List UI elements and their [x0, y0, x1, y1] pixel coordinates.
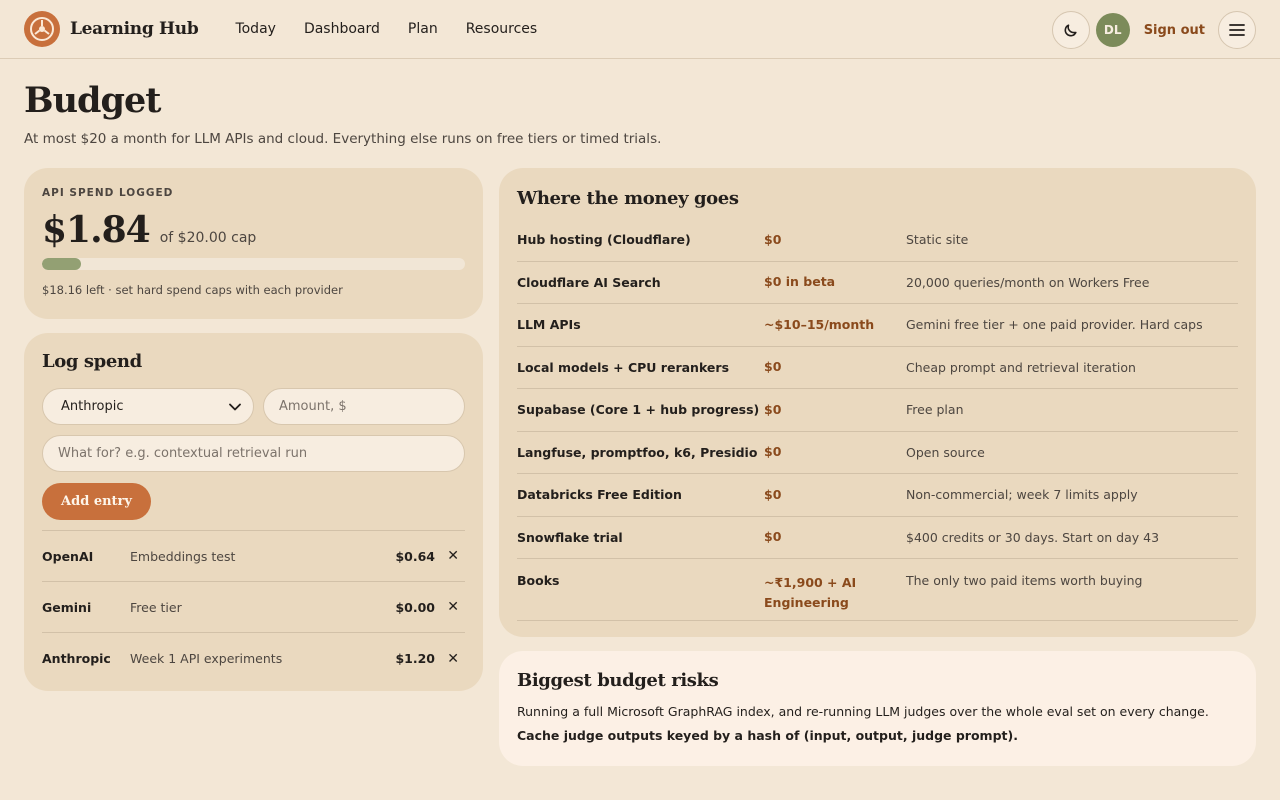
spend-progress-bar — [42, 258, 465, 270]
avatar[interactable]: DL — [1095, 13, 1130, 47]
entry-provider: OpenAI — [42, 548, 94, 564]
menu-button[interactable] — [1218, 11, 1256, 49]
brand-name[interactable]: Learning Hub — [70, 19, 199, 39]
row-note: Cheap prompt and retrieval iteration — [906, 359, 1136, 375]
table-row: Supabase (Core 1 + hub progress) $0 Free… — [517, 389, 1238, 432]
row-cost: $0 — [764, 231, 782, 247]
entry-provider: Anthropic — [42, 651, 111, 666]
risks-text: Running a full Microsoft GraphRAG index,… — [517, 704, 1209, 719]
delete-icon[interactable]: ✕ — [435, 651, 465, 667]
row-note: Static site — [906, 232, 969, 248]
spend-eyebrow: API SPEND LOGGED — [42, 187, 174, 199]
table-row: Databricks Free Edition $0 Non-commercia… — [517, 474, 1238, 517]
row-note: Open source — [906, 444, 985, 460]
moon-icon — [1064, 24, 1077, 37]
row-item: Langfuse, promptfoo, k6, Presidio — [517, 444, 758, 460]
row-item: Cloudflare AI Search — [517, 274, 661, 290]
nav-dashboard[interactable]: Dashboard — [304, 21, 380, 37]
hamburger-icon — [1229, 24, 1245, 36]
row-cost: $0 — [764, 444, 782, 460]
row-cost: ~₹1,900 + AI Engineering — [764, 575, 857, 610]
list-item: Anthropic Week 1 API experiments $1.20 ✕ — [42, 633, 465, 684]
row-note: The only two paid items worth buying — [906, 573, 1143, 588]
nav-resources[interactable]: Resources — [466, 21, 538, 37]
row-cost: $0 — [764, 401, 782, 417]
delete-icon[interactable]: ✕ — [435, 599, 465, 615]
table-row: Snowflake trial $0 $400 credits or 30 da… — [517, 517, 1238, 559]
header-tools: DL Sign out — [1051, 11, 1256, 49]
spend-note: $18.16 left · set hard spend caps with e… — [42, 283, 343, 297]
entry-amount: $0.64 — [395, 548, 435, 564]
row-note: $400 credits or 30 days. Start on day 43 — [906, 529, 1160, 545]
list-item: Gemini Free tier $0.00 ✕ — [42, 582, 465, 633]
spend-cap: of $20.00 cap — [159, 230, 257, 246]
row-cost: $0 in beta — [764, 274, 836, 290]
row-note: Free plan — [906, 402, 964, 418]
main-nav: Today Dashboard Plan Resources — [235, 21, 565, 37]
money-table: Hub hosting (Cloudflare) $0 Static site … — [517, 219, 1238, 621]
entry-amount: $1.20 — [395, 651, 435, 666]
entry-provider: Gemini — [42, 599, 92, 615]
row-item: Books — [517, 573, 560, 588]
row-item: Snowflake trial — [517, 529, 623, 545]
delete-icon[interactable]: ✕ — [435, 548, 465, 564]
sign-out-link[interactable]: Sign out — [1144, 23, 1205, 38]
page-title: Budget — [24, 80, 161, 121]
row-cost: ~$10–15/month — [764, 316, 875, 332]
budget-risks-card: Biggest budget risks Running a full Micr… — [499, 651, 1256, 766]
table-row: Cloudflare AI Search $0 in beta 20,000 q… — [517, 262, 1238, 304]
provider-select-value: Anthropic — [61, 399, 124, 414]
list-item: OpenAI Embeddings test $0.64 ✕ — [42, 531, 465, 582]
row-item: Supabase (Core 1 + hub progress) — [517, 402, 760, 418]
risks-mitigation: Cache judge outputs keyed by a hash of (… — [517, 728, 1018, 743]
nav-today[interactable]: Today — [235, 21, 276, 37]
nav-plan[interactable]: Plan — [408, 21, 438, 37]
row-item: LLM APIs — [517, 317, 581, 333]
row-item: Local models + CPU rerankers — [517, 359, 730, 375]
row-cost: $0 — [764, 529, 782, 545]
log-spend-title: Log spend — [42, 351, 142, 372]
amount-input[interactable] — [263, 388, 465, 425]
theme-toggle-button[interactable] — [1051, 11, 1090, 49]
row-note: Gemini free tier + one paid provider. Ha… — [906, 317, 1203, 333]
log-spend-card: Log spend Anthropic Add entry OpenAI Emb… — [24, 333, 483, 691]
table-row: Local models + CPU rerankers $0 Cheap pr… — [517, 347, 1238, 389]
api-spend-card: API SPEND LOGGED $1.84 of $20.00 cap $18… — [24, 168, 483, 319]
entry-amount: $0.00 — [395, 599, 435, 615]
row-item: Databricks Free Edition — [517, 487, 682, 503]
row-note: 20,000 queries/month on Workers Free — [906, 274, 1150, 290]
entry-note: Embeddings test — [130, 548, 236, 564]
top-bar: Learning Hub Today Dashboard Plan Resour… — [0, 0, 1280, 59]
table-row: Books ~₹1,900 + AI Engineering The only … — [517, 559, 1238, 621]
add-entry-button[interactable]: Add entry — [42, 483, 151, 520]
money-breakdown-card: Where the money goes Hub hosting (Cloudf… — [499, 168, 1256, 637]
logo-icon[interactable] — [24, 11, 60, 47]
row-note: Non-commercial; week 7 limits apply — [906, 487, 1138, 503]
provider-select[interactable]: Anthropic — [42, 388, 254, 425]
table-row: Langfuse, promptfoo, k6, Presidio $0 Ope… — [517, 432, 1238, 474]
money-title: Where the money goes — [517, 188, 739, 209]
table-row: LLM APIs ~$10–15/month Gemini free tier … — [517, 304, 1238, 347]
row-cost: $0 — [764, 486, 782, 502]
row-item: Hub hosting (Cloudflare) — [517, 232, 691, 248]
entry-note: Week 1 API experiments — [130, 651, 283, 666]
spend-progress-fill — [42, 258, 81, 270]
row-cost: $0 — [764, 359, 782, 375]
page-subtitle: At most $20 a month for LLM APIs and clo… — [24, 131, 662, 147]
chevron-down-icon — [229, 403, 241, 410]
entry-list: OpenAI Embeddings test $0.64 ✕ Gemini Fr… — [42, 530, 465, 684]
purpose-input[interactable] — [42, 435, 465, 472]
table-row: Hub hosting (Cloudflare) $0 Static site — [517, 219, 1238, 262]
risks-title: Biggest budget risks — [517, 670, 719, 691]
entry-note: Free tier — [130, 599, 182, 615]
spend-amount: $1.84 — [42, 209, 151, 251]
